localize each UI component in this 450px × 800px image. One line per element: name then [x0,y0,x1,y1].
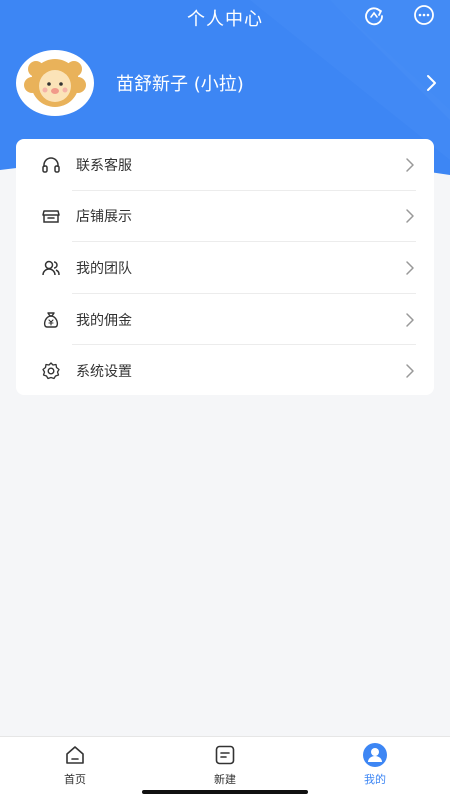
menu-item-label: 店铺展示 [76,209,132,226]
menu-item-store[interactable]: 店铺展示 [16,191,434,243]
menu-item-label: 我的团队 [76,260,132,277]
menu-item-label: 联系客服 [76,157,132,174]
more-icon[interactable] [412,3,436,27]
team-icon [40,257,62,279]
lion-avatar [24,59,86,107]
refresh-icon[interactable] [362,3,386,27]
menu-item-label: 我的佣金 [76,312,132,329]
home-icon [62,743,88,767]
settings-icon [40,360,62,382]
chevron-right-icon [406,364,414,378]
chevron-right-icon [406,312,414,327]
store-icon [40,205,62,227]
tab-label: 我的 [364,773,386,786]
username: 苗舒新子 (小拉) [116,74,244,95]
menu-item-settings[interactable]: 系统设置 [16,345,434,397]
menu-item-team[interactable]: 我的团队 [16,242,434,294]
home-indicator [142,790,308,794]
tab-home[interactable]: 首页 [0,737,150,800]
avatar[interactable] [16,50,94,116]
tab-label: 新建 [214,773,236,786]
chevron-right-icon [406,209,414,224]
tab-mine[interactable]: 我的 [300,737,450,800]
new-doc-icon [212,743,238,767]
top-bar: 个人中心 [0,0,450,34]
profile-row[interactable]: 苗舒新子 (小拉) [16,50,440,116]
chevron-right-icon[interactable] [424,71,440,95]
tab-label: 首页 [64,773,86,786]
chevron-right-icon [406,261,414,275]
chevron-right-icon [406,158,414,172]
headset-icon [40,154,62,176]
menu-card: 联系客服 店铺展示 我的团队 我的佣金 系统设置 [16,139,434,395]
money-bag-icon [40,309,62,331]
menu-item-commission[interactable]: 我的佣金 [16,294,434,346]
menu-item-customer-service[interactable]: 联系客服 [16,139,434,191]
user-icon [362,743,388,767]
menu-item-label: 系统设置 [76,364,132,381]
